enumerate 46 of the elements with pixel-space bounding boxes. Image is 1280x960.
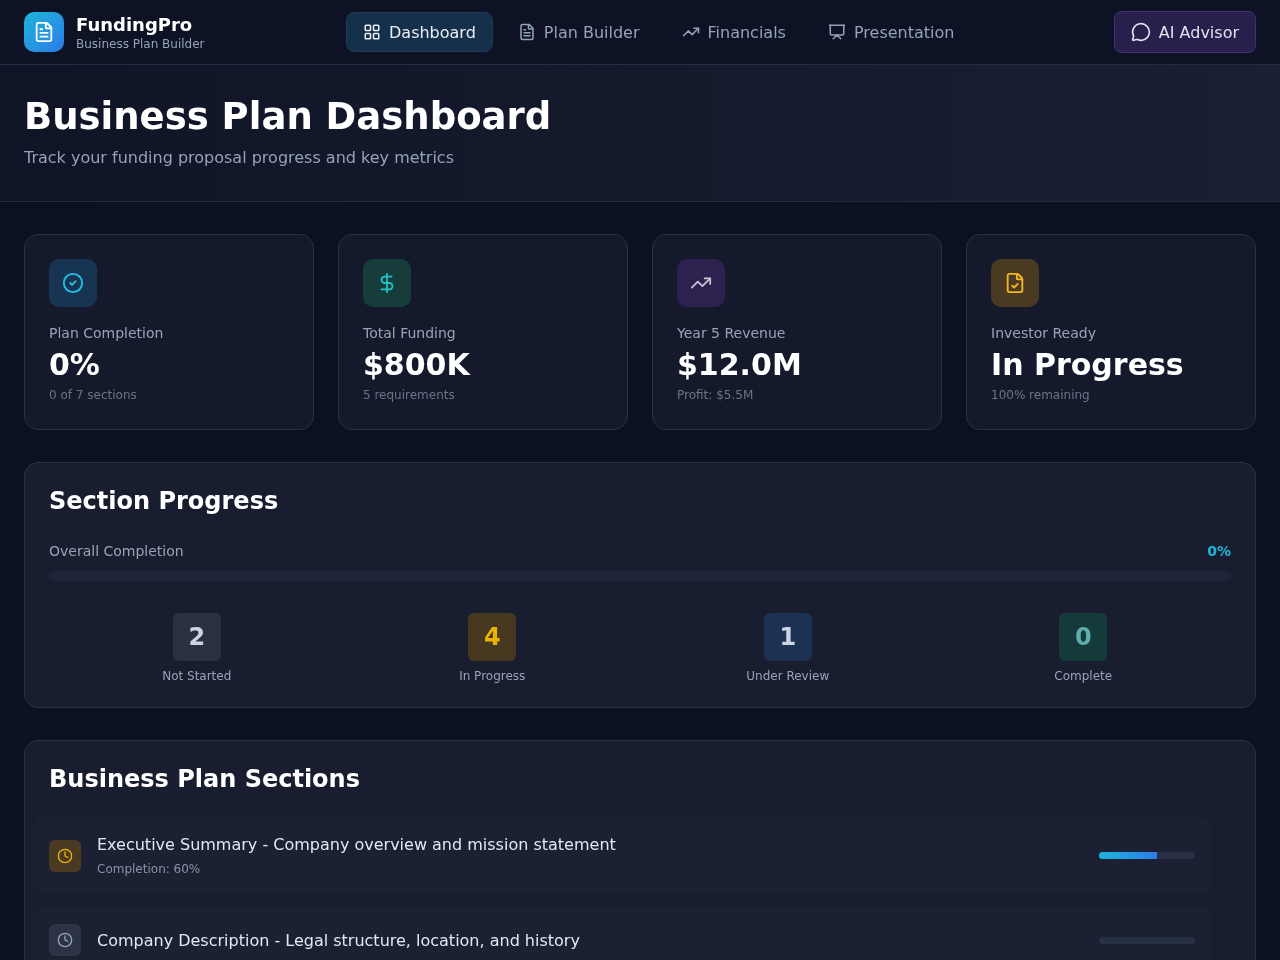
metric-label: Total Funding [363, 325, 457, 341]
panel-title: Section Progress [49, 487, 280, 515]
metric-value: 0% [49, 347, 101, 382]
status-label: Complete [1054, 669, 1113, 683]
nav-tab[interactable]: Plan Builder [500, 12, 657, 52]
document-icon [991, 259, 1039, 307]
grid-icon [363, 23, 381, 41]
status-count: 1 [763, 613, 812, 661]
brand-name: FundingPro [76, 13, 194, 35]
metric-value: $800K [363, 347, 472, 382]
status-label: Under Review [746, 669, 830, 683]
metric-label: Plan Completion [49, 325, 165, 341]
dollar-icon [363, 259, 411, 307]
nav-tab[interactable]: Financials [664, 12, 803, 52]
app-logo-icon [24, 12, 64, 52]
page-subtitle: Track your funding proposal progress and key metrics [24, 148, 455, 167]
section-title: Company Description - Legal structure, location, and history [97, 930, 580, 950]
clock-icon [49, 924, 81, 956]
chat-icon [1130, 22, 1151, 42]
ai-advisor-button[interactable]: AI Advisor [1113, 11, 1256, 53]
status-count: 0 [1059, 613, 1108, 661]
trend-icon [677, 259, 725, 307]
metric-label: Investor Ready [991, 325, 1097, 341]
overall-label: Overall Completion [49, 543, 184, 559]
nav-tab[interactable]: Dashboard [346, 12, 493, 52]
nav-tab[interactable]: Presentation [810, 12, 972, 52]
status-label: Not Started [162, 669, 232, 683]
brand-tagline: Business Plan Builder [76, 36, 205, 51]
document-icon [517, 23, 536, 41]
metric-value: In Progress [991, 347, 1185, 382]
metric-label: Year 5 Revenue [677, 325, 787, 341]
page-title: Business Plan Dashboard [24, 95, 553, 138]
metric-note: 0 of 7 sections [49, 388, 138, 402]
status-count: 2 [172, 613, 221, 661]
presentation-icon [827, 23, 846, 41]
panel-title: Business Plan Sections [49, 765, 361, 793]
metric-note: 100% remaining [991, 388, 1091, 402]
status-label: In Progress [459, 669, 526, 683]
metric-note: 5 requirements [363, 388, 456, 402]
metric-note: Profit: $5.5M [677, 388, 755, 402]
clock-icon [49, 839, 81, 872]
status-count: 4 [468, 613, 517, 661]
section-title: Executive Summary - Company overview and mission statement [97, 835, 616, 854]
section-completion: Completion: 60% [97, 862, 202, 876]
metric-value: $12.0M [677, 347, 803, 382]
overall-value: 0% [1207, 543, 1231, 559]
